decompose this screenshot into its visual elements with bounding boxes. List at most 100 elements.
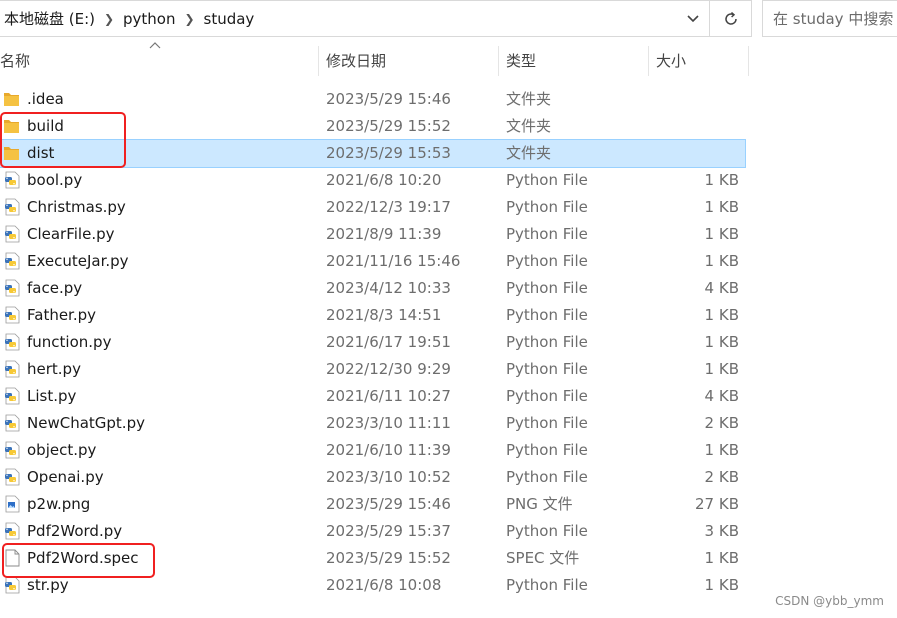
highlight-box-spec (2, 543, 155, 578)
python-file-icon (5, 576, 20, 594)
file-name: Father.py (27, 306, 97, 324)
file-date: 2021/6/11 10:27 (326, 387, 451, 405)
file-type: Python File (506, 198, 588, 216)
file-date: 2021/6/10 11:39 (326, 441, 451, 459)
column-header: 名称 修改日期 类型 大小 (0, 42, 750, 76)
file-date: 2023/3/10 11:11 (326, 414, 451, 432)
python-file-icon (5, 441, 20, 459)
file-size: 2 KB (704, 468, 739, 486)
highlight-box-folders (0, 112, 126, 168)
python-file-icon (5, 198, 20, 216)
watermark: CSDN @ybb_ymm (775, 594, 884, 608)
file-size: 1 KB (704, 306, 739, 324)
file-row[interactable]: hert.py 2022/12/30 9:29 Python File 1 KB (0, 356, 745, 383)
file-size: 3 KB (704, 522, 739, 540)
breadcrumb-drive[interactable]: 本地磁盘 (E:) (0, 8, 97, 29)
file-row[interactable]: face.py 2023/4/12 10:33 Python File 4 KB (0, 275, 745, 302)
file-date: 2021/6/8 10:20 (326, 171, 442, 189)
file-type: Python File (506, 576, 588, 594)
file-row[interactable]: Pdf2Word.py 2023/5/29 15:37 Python File … (0, 518, 745, 545)
file-date: 2023/4/12 10:33 (326, 279, 451, 297)
file-name: Christmas.py (27, 198, 126, 216)
python-file-icon (5, 252, 20, 270)
file-size: 2 KB (704, 414, 739, 432)
file-name: object.py (27, 441, 97, 459)
file-row[interactable]: List.py 2021/6/11 10:27 Python File 4 KB (0, 383, 745, 410)
folder-icon (4, 93, 19, 106)
file-type: SPEC 文件 (506, 549, 580, 567)
file-type: Python File (506, 441, 588, 459)
file-date: 2022/12/3 19:17 (326, 198, 451, 216)
python-file-icon (5, 279, 20, 297)
file-date: 2021/6/17 19:51 (326, 333, 451, 351)
search-input[interactable]: 在 studay 中搜索 (762, 0, 897, 37)
file-row[interactable]: Openai.py 2023/3/10 10:52 Python File 2 … (0, 464, 745, 491)
file-type: 文件夹 (506, 144, 552, 162)
file-name: List.py (27, 387, 77, 405)
file-name: .idea (27, 90, 64, 108)
file-size: 1 KB (704, 252, 739, 270)
refresh-button[interactable] (710, 0, 752, 37)
address-bar[interactable]: 本地磁盘 (E:) ❯ python ❯ studay (0, 0, 710, 37)
breadcrumb-studay[interactable]: studay (202, 10, 257, 28)
file-row[interactable]: ExecuteJar.py 2021/11/16 15:46 Python Fi… (0, 248, 745, 275)
file-type: 文件夹 (506, 117, 552, 135)
file-size: 1 KB (704, 360, 739, 378)
file-size: 4 KB (704, 279, 739, 297)
file-name: ClearFile.py (27, 225, 115, 243)
file-row[interactable]: ClearFile.py 2021/8/9 11:39 Python File … (0, 221, 745, 248)
file-date: 2023/5/29 15:46 (326, 90, 451, 108)
file-type: Python File (506, 387, 588, 405)
file-row[interactable]: .idea 2023/5/29 15:46 文件夹 (0, 86, 745, 113)
file-date: 2021/6/8 10:08 (326, 576, 442, 594)
file-row[interactable]: function.py 2021/6/17 19:51 Python File … (0, 329, 745, 356)
file-name: function.py (27, 333, 112, 351)
column-size[interactable]: 大小 (649, 46, 749, 76)
file-date: 2023/5/29 15:52 (326, 549, 451, 567)
file-name: p2w.png (27, 495, 91, 513)
file-row[interactable]: NewChatGpt.py 2023/3/10 11:11 Python Fil… (0, 410, 745, 437)
chevron-right-icon[interactable]: ❯ (178, 12, 202, 26)
file-size: 1 KB (704, 549, 739, 567)
file-date: 2021/8/3 14:51 (326, 306, 442, 324)
file-date: 2021/11/16 15:46 (326, 252, 461, 270)
chevron-down-icon[interactable] (685, 11, 701, 27)
python-file-icon (5, 468, 20, 486)
python-file-icon (5, 171, 20, 189)
file-size: 1 KB (704, 225, 739, 243)
python-file-icon (5, 522, 20, 540)
file-type: PNG 文件 (506, 495, 573, 513)
file-name: NewChatGpt.py (27, 414, 145, 432)
file-row[interactable]: Christmas.py 2022/12/3 19:17 Python File… (0, 194, 745, 221)
file-name: ExecuteJar.py (27, 252, 129, 270)
refresh-icon (724, 11, 737, 25)
column-date[interactable]: 修改日期 (319, 46, 499, 76)
file-size: 1 KB (704, 198, 739, 216)
python-file-icon (5, 414, 20, 432)
file-type: Python File (506, 360, 588, 378)
file-name: Pdf2Word.py (27, 522, 123, 540)
chevron-right-icon[interactable]: ❯ (97, 12, 121, 26)
file-date: 2023/3/10 10:52 (326, 468, 451, 486)
python-file-icon (5, 360, 20, 378)
file-row[interactable]: p2w.png 2023/5/29 15:46 PNG 文件 27 KB (0, 491, 745, 518)
python-file-icon (5, 333, 20, 351)
file-name: bool.py (27, 171, 83, 189)
file-size: 1 KB (704, 576, 739, 594)
file-type: 文件夹 (506, 90, 552, 108)
file-type: Python File (506, 252, 588, 270)
column-name[interactable]: 名称 (0, 46, 319, 76)
file-row[interactable]: object.py 2021/6/10 11:39 Python File 1 … (0, 437, 745, 464)
file-size: 27 KB (695, 495, 739, 513)
file-size: 1 KB (704, 171, 739, 189)
file-row[interactable]: Father.py 2021/8/3 14:51 Python File 1 K… (0, 302, 745, 329)
file-date: 2023/5/29 15:53 (326, 144, 451, 162)
column-type[interactable]: 类型 (499, 46, 649, 76)
file-name: face.py (27, 279, 83, 297)
file-type: Python File (506, 171, 588, 189)
file-type: Python File (506, 414, 588, 432)
image-file-icon (5, 495, 20, 513)
file-type: Python File (506, 333, 588, 351)
file-row[interactable]: bool.py 2021/6/8 10:20 Python File 1 KB (0, 167, 745, 194)
breadcrumb-python[interactable]: python (121, 10, 177, 28)
